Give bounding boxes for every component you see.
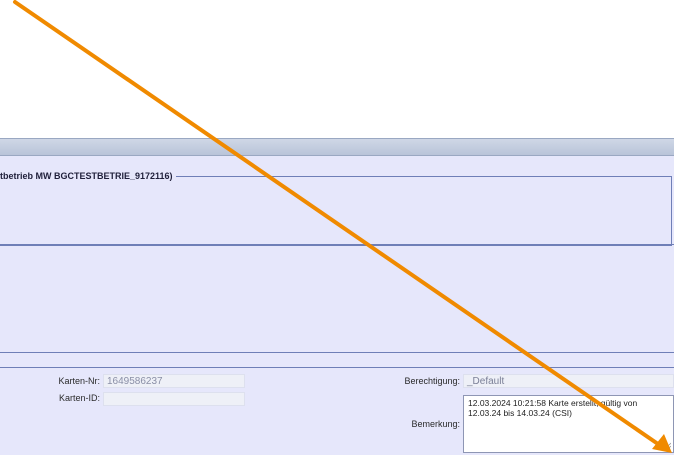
resize-grip-icon[interactable] — [663, 442, 671, 450]
bemerkung-textarea[interactable]: 12.03.2024 10:21:58 Karte erstellt, gült… — [463, 395, 674, 453]
berechtigung-label: Berechtigung: — [404, 376, 460, 386]
berechtigung-field[interactable]: _Default — [463, 374, 674, 388]
karten-nr-label: Karten-Nr: — [58, 376, 100, 386]
card-holder-fieldset — [0, 176, 672, 246]
bemerkung-label: Bemerkung: — [411, 419, 460, 429]
karten-nr-field[interactable]: 1649586237 — [103, 374, 245, 388]
fieldset-legend: tbetrieb MW BGCTESTBETRIE_9172116) — [0, 171, 176, 181]
top-blank-area — [0, 0, 674, 138]
divider-middle — [0, 352, 674, 353]
karten-id-field[interactable] — [103, 392, 245, 406]
bemerkung-text: 12.03.2024 10:21:58 Karte erstellt, gült… — [468, 398, 638, 418]
divider-top — [0, 244, 674, 245]
karten-id-label: Karten-ID: — [58, 393, 100, 403]
panel-header-bar — [0, 138, 674, 156]
divider-bottom — [0, 367, 674, 368]
